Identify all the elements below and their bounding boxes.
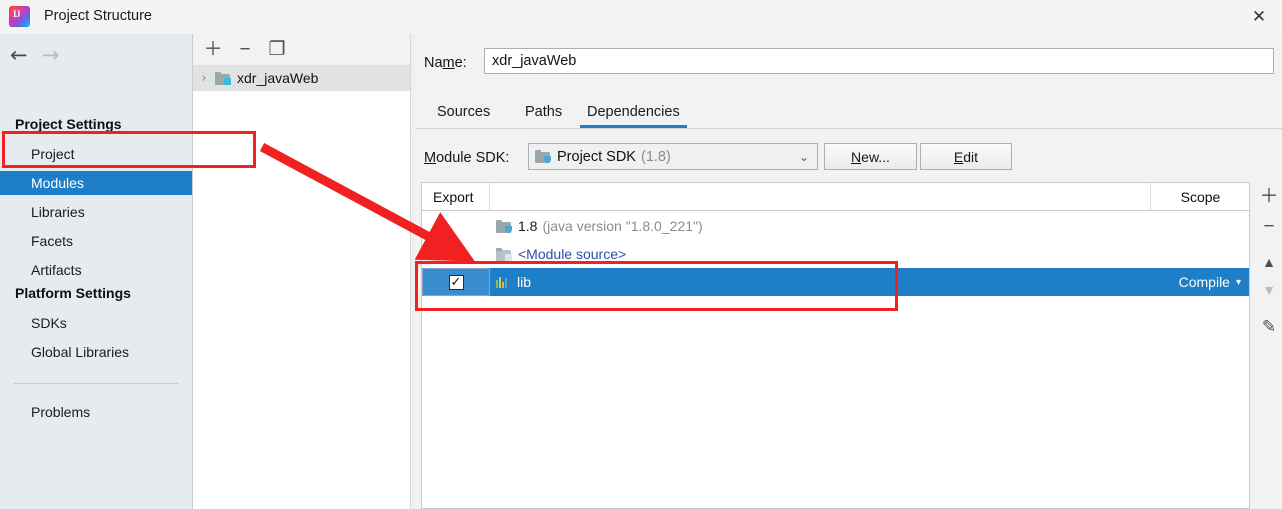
chevron-right-icon[interactable]: › — [193, 71, 215, 86]
module-sdk-value: Project SDK — [557, 148, 636, 165]
module-tree-toolbar: ＋ − ❐ — [193, 34, 410, 66]
window-title: Project Structure — [44, 8, 152, 24]
sidebar-item-global-libraries[interactable]: Global Libraries — [0, 340, 192, 364]
sidebar-group-project-settings: Project Settings — [15, 116, 122, 132]
project-structure-window: Project Structure ✕ ← → Project Settings… — [0, 0, 1282, 509]
sidebar-item-problems[interactable]: Problems — [0, 400, 192, 424]
settings-sidebar: ← → Project Settings Project Modules Lib… — [0, 34, 193, 509]
back-arrow-icon[interactable]: ← — [10, 44, 28, 66]
sidebar-group-platform-settings: Platform Settings — [15, 285, 131, 301]
table-row[interactable]: 1.8 (java version "1.8.0_221") — [422, 212, 1249, 240]
scope-cell[interactable]: Compile ▾ — [1150, 268, 1249, 296]
dependency-name-cell: 1.8 (java version "1.8.0_221") — [490, 218, 1150, 234]
module-sdk-label: Module SDK: — [424, 150, 510, 166]
intellij-idea-icon — [9, 6, 30, 27]
sidebar-item-sdks[interactable]: SDKs — [0, 311, 192, 335]
export-cell[interactable] — [422, 212, 490, 240]
nav-buttons: ← → — [0, 42, 192, 74]
sidebar-item-facets[interactable]: Facets — [0, 229, 192, 253]
move-down-button[interactable]: ▼ — [1256, 276, 1282, 304]
dependency-detail: (java version "1.8.0_221") — [542, 218, 703, 234]
dependency-name-cell: <Module source> — [490, 246, 1150, 262]
chevron-down-icon[interactable]: ⌄ — [799, 150, 809, 164]
dependency-name: 1.8 — [518, 218, 538, 234]
sdk-folder-icon — [496, 219, 512, 233]
add-dependency-button[interactable]: ＋ — [1256, 182, 1282, 210]
column-header-export[interactable]: Export — [422, 183, 490, 210]
module-sdk-select[interactable]: Project SDK (1.8) ⌄ — [528, 143, 818, 170]
column-header-scope[interactable]: Scope — [1151, 183, 1250, 210]
module-source-folder-icon — [496, 247, 512, 261]
tab-sources[interactable]: Sources — [437, 96, 490, 127]
sdk-folder-icon — [535, 150, 551, 163]
plus-icon[interactable]: ＋ — [201, 37, 225, 61]
module-folder-icon — [215, 71, 231, 85]
column-header-name[interactable] — [490, 183, 1151, 210]
new-sdk-button[interactable]: New... — [824, 143, 917, 170]
highlight-modules-rect — [2, 131, 256, 168]
remove-dependency-button[interactable]: − — [1256, 212, 1282, 240]
editor-tabs: Sources Paths Dependencies — [415, 96, 1282, 129]
sidebar-item-modules[interactable]: Modules — [0, 171, 192, 195]
sidebar-item-libraries[interactable]: Libraries — [0, 200, 192, 224]
dependencies-toolbar: ＋ − ▲ ▼ ✎ — [1256, 182, 1282, 509]
copy-icon[interactable]: ❐ — [265, 37, 289, 61]
name-label: Name: — [424, 55, 467, 71]
scope-value: Compile — [1178, 274, 1230, 290]
dependency-name: <Module source> — [518, 246, 627, 262]
chevron-down-icon[interactable]: ▾ — [1236, 277, 1241, 288]
sidebar-divider — [14, 383, 178, 384]
scope-cell[interactable] — [1150, 212, 1249, 240]
highlight-lib-row-rect — [415, 261, 898, 311]
minus-icon[interactable]: − — [233, 37, 257, 61]
scope-cell[interactable] — [1150, 240, 1249, 268]
title-bar: Project Structure ✕ — [0, 0, 1282, 35]
edit-dependency-button[interactable]: ✎ — [1256, 312, 1282, 340]
tab-paths[interactable]: Paths — [525, 96, 562, 127]
edit-sdk-button[interactable]: Edit — [920, 143, 1012, 170]
move-up-button[interactable]: ▲ — [1256, 248, 1282, 276]
module-name-input[interactable]: xdr_javaWeb — [484, 48, 1274, 74]
close-icon[interactable]: ✕ — [1236, 0, 1282, 33]
sidebar-item-artifacts[interactable]: Artifacts — [0, 258, 192, 282]
forward-arrow-icon[interactable]: → — [42, 44, 60, 66]
tab-dependencies[interactable]: Dependencies — [580, 96, 687, 128]
dependencies-table: Export Scope 1.8 (java version "1.8.0_22… — [421, 182, 1250, 509]
module-tree-item-xdr-javaweb[interactable]: › xdr_javaWeb — [193, 65, 410, 91]
module-tree-pane: ＋ − ❐ › xdr_javaWeb — [193, 34, 410, 509]
module-tree-item-label: xdr_javaWeb — [237, 70, 319, 86]
dependencies-table-header: Export Scope — [422, 183, 1249, 211]
module-sdk-version: (1.8) — [640, 148, 671, 165]
